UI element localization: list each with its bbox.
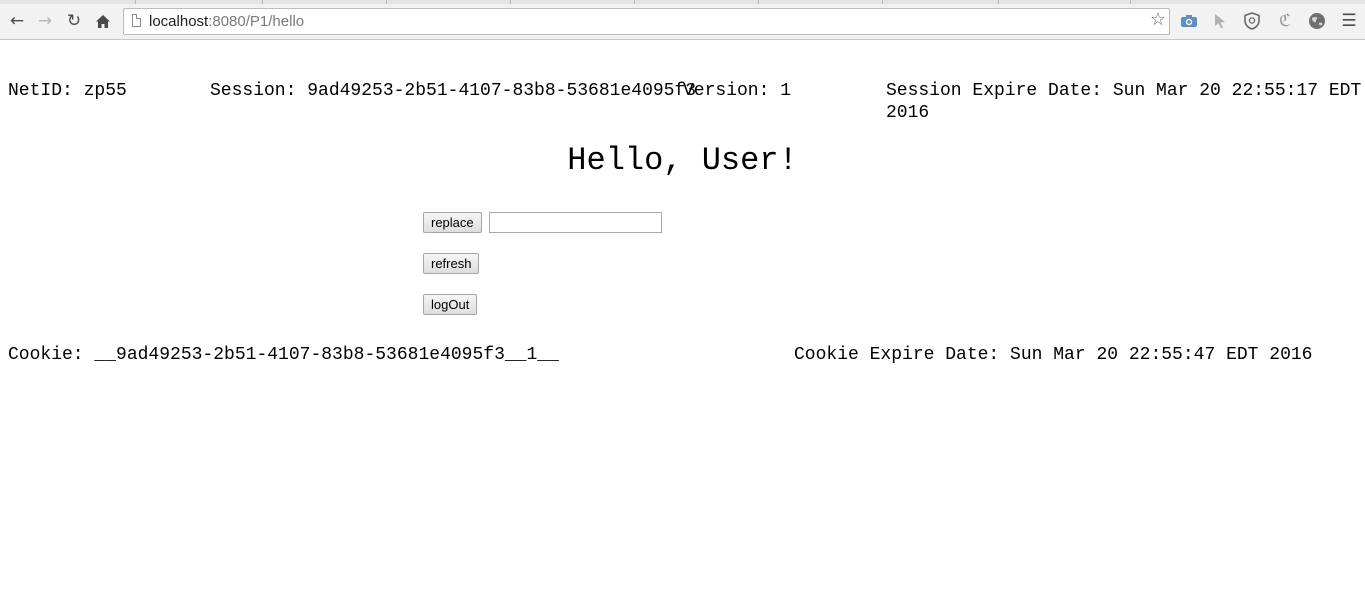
- arrow-left-icon[interactable]: ←: [6, 10, 28, 32]
- globe-icon[interactable]: [1307, 11, 1327, 31]
- tab-edge: [510, 0, 511, 4]
- address-bar[interactable]: localhost:8080/P1/hello ☆: [123, 8, 1170, 35]
- tab-edge: [758, 0, 759, 4]
- browser-toolbar: ← → ↻ localhost:8080/P1/hello ☆ ℭ ☰: [0, 0, 1365, 40]
- tab-edge: [135, 0, 136, 4]
- tab-edge: [386, 0, 387, 4]
- home-icon[interactable]: [92, 10, 114, 32]
- url-host: localhost: [149, 13, 209, 30]
- session-expire-year-text: 2016: [886, 103, 930, 123]
- url-path: :8080/P1/hello: [208, 13, 305, 30]
- arrow-right-icon[interactable]: →: [34, 10, 56, 32]
- version-text: Version: 1: [683, 81, 792, 101]
- replace-input[interactable]: [489, 212, 662, 233]
- url-text: localhost:8080/P1/hello: [149, 13, 304, 30]
- tab-edge: [634, 0, 635, 4]
- tab-strip: [0, 0, 1365, 4]
- tab-edge: [998, 0, 999, 4]
- netid-text: NetID: zp55: [8, 81, 127, 101]
- session-expire-text: Session Expire Date: Sun Mar 20 22:55:17…: [886, 81, 1362, 101]
- cookie-expire-text: Cookie Expire Date: Sun Mar 20 22:55:47 …: [794, 345, 1313, 365]
- menu-icon[interactable]: ☰: [1339, 11, 1359, 31]
- session-id-text: Session: 9ad49253-2b51-4107-83b8-53681e4…: [210, 81, 697, 101]
- page-icon: [132, 14, 141, 27]
- logout-button[interactable]: logOut: [423, 294, 478, 315]
- reload-icon[interactable]: ↻: [63, 10, 85, 32]
- camera-icon[interactable]: [1179, 11, 1199, 31]
- shield-icon[interactable]: [1242, 11, 1262, 31]
- tab-edge: [1130, 0, 1131, 4]
- star-icon[interactable]: ☆: [1150, 11, 1166, 29]
- tab-edge: [882, 0, 883, 4]
- replace-button[interactable]: replace: [423, 212, 482, 233]
- cursor-icon[interactable]: [1210, 11, 1230, 31]
- tab-edge: [262, 0, 263, 4]
- page-title: Hello, User!: [567, 142, 798, 179]
- c-icon[interactable]: ℭ: [1275, 11, 1295, 31]
- refresh-button[interactable]: refresh: [423, 253, 480, 274]
- cookie-text: Cookie: __9ad49253-2b51-4107-83b8-53681e…: [8, 345, 559, 365]
